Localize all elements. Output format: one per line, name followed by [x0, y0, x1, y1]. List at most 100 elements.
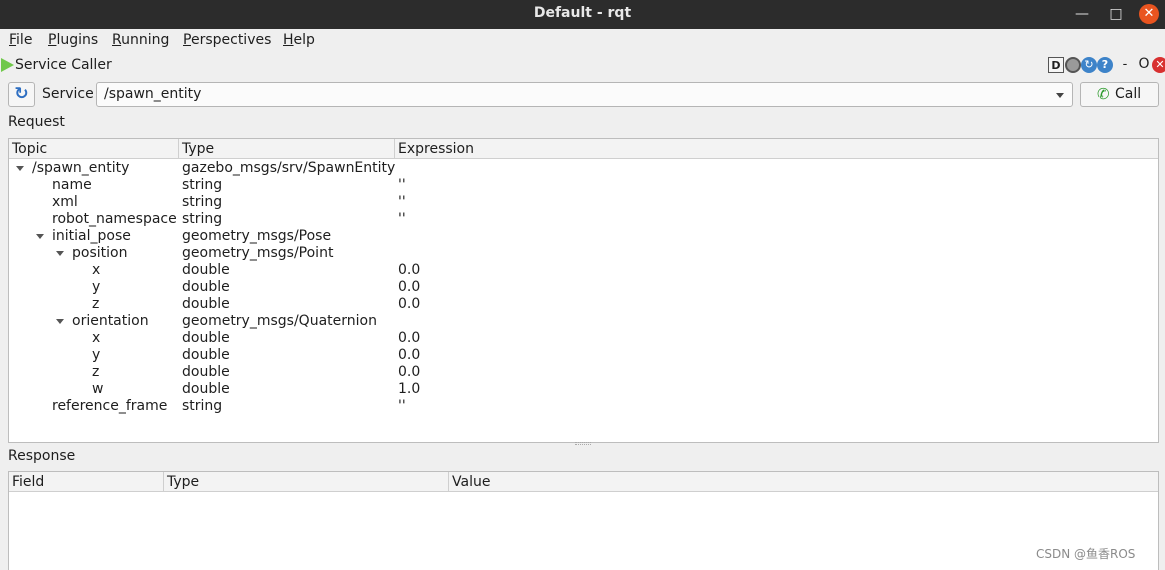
expression-cell[interactable]: 0.0	[398, 364, 420, 381]
expand-arrow-icon[interactable]	[16, 166, 24, 171]
help-icon[interactable]: ?	[1097, 57, 1113, 73]
expression-cell[interactable]: 0.0	[398, 296, 420, 313]
window-titlebar: Default - rqt — □ ✕	[0, 0, 1165, 29]
type-cell: geometry_msgs/Point	[182, 245, 334, 261]
tree-row[interactable]: robot_namespace string ''	[9, 211, 1158, 228]
type-cell: geometry_msgs/Quaternion	[182, 313, 377, 329]
splitter-handle[interactable]	[575, 442, 591, 445]
header-type[interactable]: Type	[164, 472, 449, 492]
dock-icon[interactable]: D	[1048, 57, 1064, 73]
reload-icon[interactable]: ↻	[1081, 57, 1097, 73]
topic-cell: z	[92, 364, 100, 380]
type-cell: double	[182, 347, 230, 363]
close-plugin-icon[interactable]: ✕	[1152, 57, 1165, 73]
request-tree[interactable]: Topic Type Expression /spawn_entity gazeb…	[8, 138, 1159, 443]
refresh-icon: ↻	[14, 84, 29, 104]
expression-cell[interactable]: 1.0	[398, 381, 420, 398]
topic-cell: y	[92, 279, 101, 295]
header-field[interactable]: Field	[9, 472, 164, 492]
expand-arrow-icon[interactable]	[56, 319, 64, 324]
topic-cell: /spawn_entity	[32, 160, 130, 176]
type-cell: string	[182, 211, 223, 227]
type-cell: double	[182, 381, 230, 397]
response-table[interactable]: Field Type Value	[8, 471, 1159, 570]
topic-cell: robot_namespace	[52, 211, 177, 227]
expression-cell[interactable]: ''	[398, 211, 406, 228]
topic-cell: y	[92, 347, 101, 363]
tree-row[interactable]: z double 0.0	[9, 296, 1158, 313]
float-plugin-icon[interactable]: O	[1136, 57, 1152, 73]
tree-row[interactable]: xml string ''	[9, 194, 1158, 211]
header-expression[interactable]: Expression	[395, 139, 1160, 159]
topic-cell: position	[72, 245, 128, 261]
menu-help[interactable]: Help	[283, 32, 315, 48]
tree-row[interactable]: initial_pose geometry_msgs/Pose	[9, 228, 1158, 245]
menu-running[interactable]: Running	[112, 32, 169, 48]
tree-row[interactable]: position geometry_msgs/Point	[9, 245, 1158, 262]
watermark: CSDN @鱼香ROS	[1036, 547, 1136, 561]
type-cell: string	[182, 194, 223, 210]
expression-cell[interactable]: ''	[398, 177, 406, 194]
request-tree-header: Topic Type Expression	[9, 139, 1158, 159]
type-cell: string	[182, 177, 223, 193]
service-combobox[interactable]: /spawn_entity	[96, 82, 1073, 107]
phone-icon: ✆	[1097, 85, 1110, 103]
refresh-services-button[interactable]: ↻	[8, 82, 35, 107]
header-value[interactable]: Value	[449, 472, 1160, 492]
type-cell: geometry_msgs/Pose	[182, 228, 332, 244]
topic-cell: reference_frame	[52, 398, 168, 414]
expression-cell[interactable]: 0.0	[398, 279, 420, 296]
topic-cell: x	[92, 330, 101, 346]
window-title: Default - rqt	[533, 5, 632, 21]
tree-row[interactable]: name string ''	[9, 177, 1158, 194]
tree-row[interactable]: y double 0.0	[9, 347, 1158, 364]
maximize-icon[interactable]: □	[1106, 4, 1126, 24]
type-cell: double	[182, 279, 230, 295]
topic-cell: orientation	[72, 313, 149, 329]
menubar: File Plugins Running Perspectives Help	[0, 29, 1165, 53]
tree-row[interactable]: reference_frame string ''	[9, 398, 1158, 415]
type-cell: double	[182, 262, 230, 278]
expression-cell[interactable]: 0.0	[398, 262, 420, 279]
type-cell: double	[182, 330, 230, 346]
tree-row[interactable]: /spawn_entity gazebo_msgs/srv/SpawnEntity	[9, 160, 1158, 177]
expression-cell[interactable]: ''	[398, 398, 406, 415]
minimize-icon[interactable]: —	[1072, 4, 1092, 24]
expand-arrow-icon[interactable]	[56, 251, 64, 256]
service-value: /spawn_entity	[104, 86, 202, 102]
topic-cell: w	[92, 381, 104, 397]
menu-plugins[interactable]: Plugins	[48, 32, 98, 48]
topic-cell: initial_pose	[52, 228, 131, 244]
tree-row[interactable]: w double 1.0	[9, 381, 1158, 398]
chevron-down-icon	[1056, 93, 1064, 98]
plugin-title: Service Caller	[15, 57, 112, 73]
header-type[interactable]: Type	[179, 139, 395, 159]
topic-cell: name	[52, 177, 92, 193]
response-label: Response	[8, 448, 76, 464]
expression-cell[interactable]: ''	[398, 194, 406, 211]
menu-perspectives[interactable]: Perspectives	[183, 32, 271, 48]
request-label: Request	[8, 114, 65, 130]
type-cell: double	[182, 364, 230, 380]
tree-row[interactable]: x double 0.0	[9, 330, 1158, 347]
topic-cell: x	[92, 262, 101, 278]
topic-cell: z	[92, 296, 100, 312]
tree-row[interactable]: z double 0.0	[9, 364, 1158, 381]
settings-icon[interactable]	[1065, 57, 1081, 73]
menu-file[interactable]: File	[9, 32, 32, 48]
expand-arrow-icon[interactable]	[36, 234, 44, 239]
call-button[interactable]: ✆ Call	[1080, 82, 1159, 107]
header-topic[interactable]: Topic	[9, 139, 179, 159]
response-table-header: Field Type Value	[9, 472, 1158, 492]
service-label: Service	[42, 86, 94, 102]
topic-cell: xml	[52, 194, 78, 210]
expression-cell[interactable]: 0.0	[398, 330, 420, 347]
close-icon[interactable]: ✕	[1139, 4, 1159, 24]
tree-row[interactable]: orientation geometry_msgs/Quaternion	[9, 313, 1158, 330]
type-cell: string	[182, 398, 223, 414]
minimize-plugin-icon[interactable]: -	[1117, 57, 1133, 73]
expression-cell[interactable]: 0.0	[398, 347, 420, 364]
tree-row[interactable]: y double 0.0	[9, 279, 1158, 296]
play-icon	[1, 58, 14, 72]
tree-row[interactable]: x double 0.0	[9, 262, 1158, 279]
